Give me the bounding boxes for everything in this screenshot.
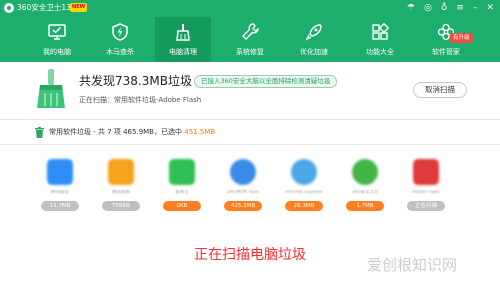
nav-item-optimize[interactable]: 优化加速	[286, 17, 342, 62]
app-item-internet-explorer[interactable]: Internet Explorer 26.3MB	[279, 154, 329, 216]
size-badge: 13.7MB	[41, 201, 79, 211]
category-row[interactable]: 常用软件垃圾 - 共 7 项 465.9MB，已选中 451.5MB	[0, 120, 500, 145]
nav-item-computer-cleanup[interactable]: 电脑清理	[155, 17, 211, 62]
internet-explorer-icon	[291, 159, 317, 185]
size-badge: 425.3MB	[224, 201, 262, 211]
category-summary: 常用软件垃圾 - 共 7 项 465.9MB，已选中 451.5MB	[49, 127, 215, 138]
size-badge: 正在扫描	[407, 201, 445, 211]
nav-label: 电脑清理	[169, 48, 197, 56]
app-item-adobe-flash[interactable]: Adobe Flash 正在扫描	[401, 154, 451, 216]
scan-status-panel: 共发现738.3MB垃圾 已接入360安全大脑以全面排除检测清疑垃圾 正在扫描：…	[0, 62, 500, 120]
nav-item-my-computer[interactable]: 我的电脑	[29, 17, 85, 62]
360-safe-icon	[352, 159, 378, 185]
size-badge: 26.3MB	[285, 201, 323, 211]
app-name: 爱奇艺	[175, 190, 189, 195]
minimize-icon[interactable]: –	[473, 0, 478, 16]
app-name: Adobe Flash	[412, 190, 440, 195]
category-selected-size: 451.5MB	[184, 128, 216, 136]
nav-label: 优化加速	[300, 48, 328, 56]
daemon-tools-icon	[230, 159, 256, 185]
watermark: 爱创根知识网	[367, 256, 458, 274]
title-bar: 360安全卫士13 NEW ☂ ◎ ♁ ≡ – ✕	[0, 0, 500, 16]
app-item-tencent-video[interactable]: 腾讯视频 708KB	[96, 154, 146, 216]
app-item-tencent-meeting[interactable]: 腾讯会议 13.7MB	[35, 154, 85, 216]
shirt-icon[interactable]: ♁	[441, 0, 448, 16]
security-brain-tip[interactable]: 已接入360安全大脑以全面排除检测清疑垃圾	[194, 75, 338, 88]
app-junk-grid: 腾讯会议 13.7MB 腾讯视频 708KB 爱奇艺 0KB DAEMON To…	[0, 146, 500, 216]
skin-icon[interactable]: ☂	[407, 0, 415, 16]
broom-icon	[176, 24, 190, 41]
nav-item-trojan-scan[interactable]: 木马查杀	[92, 17, 148, 62]
upgrade-badge: 有升级	[450, 33, 473, 43]
app-name: DAEMON Tools	[226, 190, 260, 195]
app-logo-icon	[4, 3, 14, 13]
nav-label: 功能大全	[366, 48, 394, 56]
nav-label: 木马查杀	[106, 48, 134, 56]
grid-icon	[372, 22, 390, 40]
size-badge: 708KB	[102, 201, 140, 211]
cancel-scan-button[interactable]: 取消扫描	[413, 82, 467, 98]
nav-item-software-manager[interactable]: 有升级 软件管家	[418, 17, 474, 62]
trash-icon	[35, 127, 44, 138]
size-badge: 1.7MB	[346, 201, 384, 211]
broom-icon	[37, 69, 65, 108]
iqiyi-icon	[169, 159, 195, 185]
app-item-iqiyi[interactable]: 爱奇艺 0KB	[157, 154, 207, 216]
main-nav: 我的电脑 木马查杀 电脑清理 系统修复 优化加速 功能大全 有升级 软件管家	[0, 17, 500, 62]
tencent-meeting-icon	[47, 159, 73, 185]
nav-item-features[interactable]: 功能大全	[352, 17, 408, 62]
found-junk-title: 共发现738.3MB垃圾	[79, 74, 192, 88]
rocket-icon	[305, 24, 322, 41]
app-item-360-safe[interactable]: 360安全卫士 1.7MB	[340, 154, 390, 216]
category-summary-text: 常用软件垃圾 - 共 7 项 465.9MB，已选中	[49, 128, 182, 136]
shield-bolt-icon	[112, 23, 128, 41]
wrench-icon	[242, 23, 259, 40]
new-badge: NEW	[70, 3, 88, 12]
feedback-icon[interactable]: ◎	[424, 0, 432, 16]
app-name: Internet Explorer	[284, 190, 324, 195]
nav-label: 我的电脑	[43, 48, 71, 56]
adobe-flash-icon	[413, 159, 439, 185]
nav-label: 软件管家	[432, 48, 460, 56]
app-header: 360安全卫士13 NEW ☂ ◎ ♁ ≡ – ✕ 我的电脑 木马查杀 电脑清理…	[0, 0, 500, 62]
tencent-video-icon	[108, 159, 134, 185]
close-icon[interactable]: ✕	[486, 0, 494, 16]
app-item-daemon-tools[interactable]: DAEMON Tools 425.3MB	[218, 154, 268, 216]
app-name: 腾讯视频	[112, 190, 130, 195]
app-title: 360安全卫士13	[17, 3, 71, 12]
monitor-icon	[48, 24, 66, 40]
menu-icon[interactable]: ≡	[456, 0, 464, 16]
app-name: 360安全卫士	[351, 190, 379, 195]
scanning-path: 正在扫描：常用软件垃圾-Adobe Flash	[79, 96, 202, 104]
nav-item-system-repair[interactable]: 系统修复	[222, 17, 278, 62]
nav-label: 系统修复	[236, 48, 264, 56]
window-controls: ☂ ◎ ♁ ≡ – ✕	[407, 0, 494, 16]
size-badge: 0KB	[163, 201, 201, 211]
app-name: 腾讯会议	[51, 190, 69, 195]
